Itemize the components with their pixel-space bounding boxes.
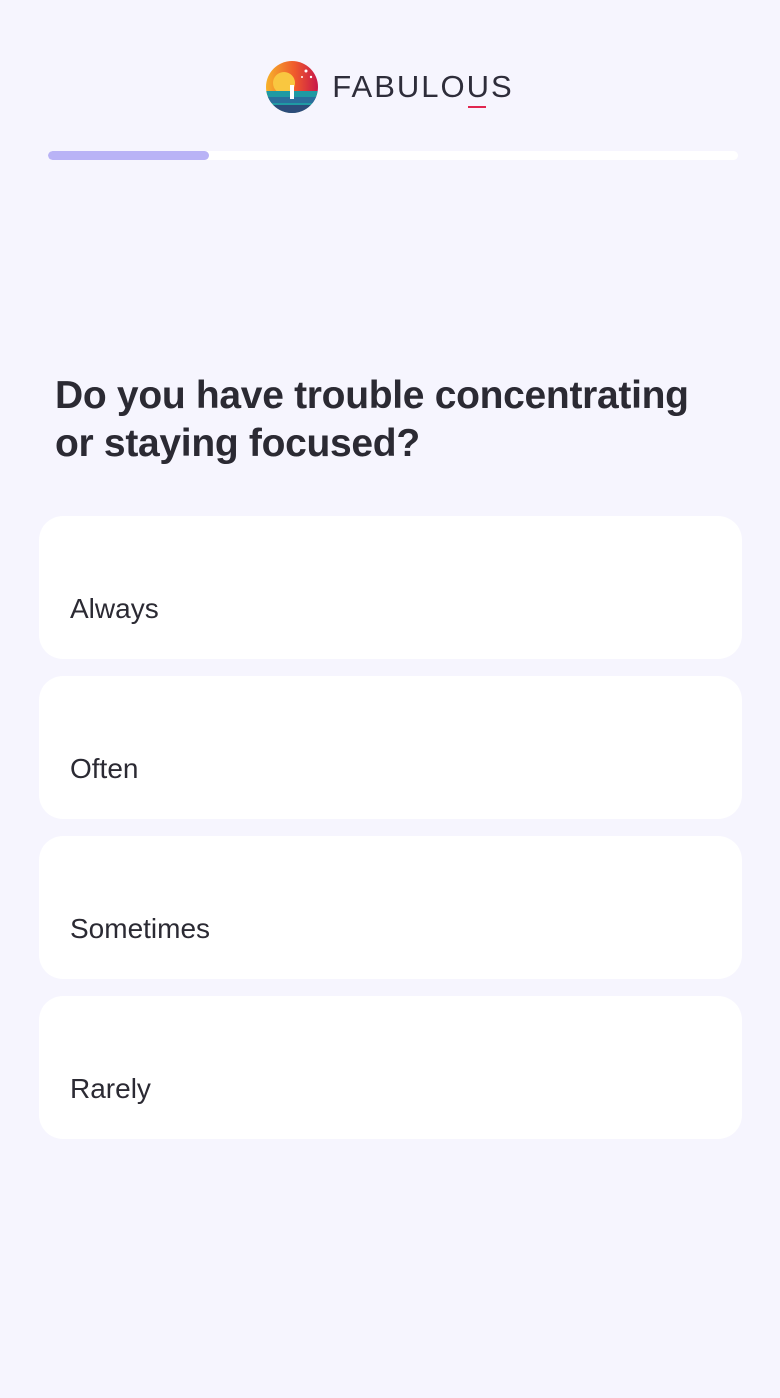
answer-option[interactable]: Always (39, 516, 742, 659)
brand-accent-underline (467, 106, 486, 108)
answer-option[interactable]: Often (39, 676, 742, 819)
answer-option-label: Rarely (70, 1073, 151, 1104)
answer-option[interactable]: Sometimes (39, 836, 742, 979)
answer-option-label: Sometimes (70, 913, 211, 944)
app-header: FABULOU S (0, 58, 780, 116)
question-title: Do you have trouble concentrating or sta… (55, 374, 689, 465)
progress-bar-fill (48, 151, 210, 160)
answer-options: Always Often Sometimes Rarely (39, 516, 742, 1156)
answer-option-label: Often (70, 753, 139, 784)
fabulous-logo-icon (266, 61, 319, 113)
answer-option[interactable]: Rarely (39, 996, 742, 1139)
answer-option-label: Always (70, 593, 159, 624)
progress-bar (48, 151, 738, 160)
brand-name: FABULOU S (332, 69, 513, 108)
